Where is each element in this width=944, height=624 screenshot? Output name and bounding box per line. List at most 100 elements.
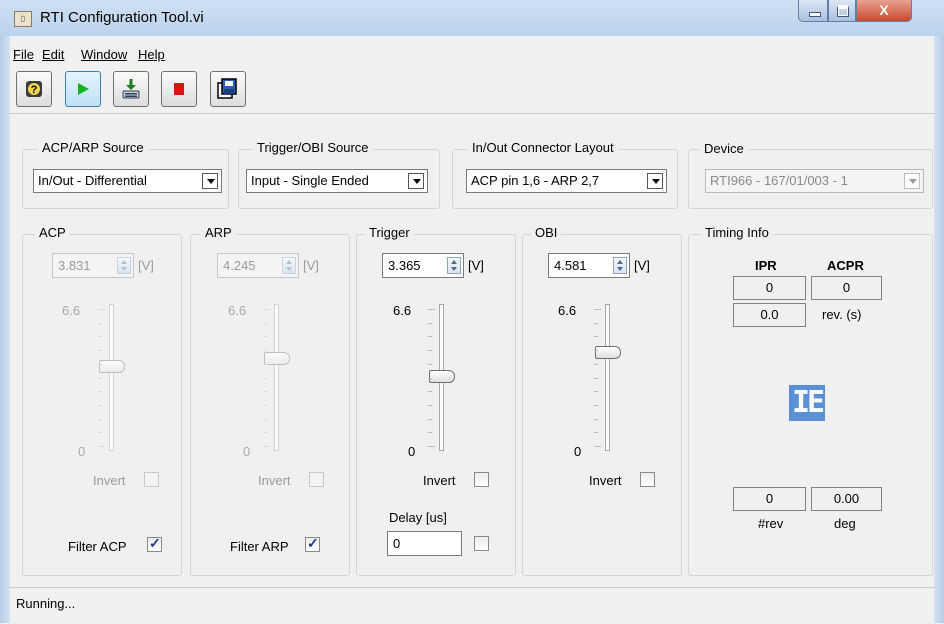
obi-invert-checkbox[interactable]	[640, 472, 655, 487]
obi-value-input[interactable]: 4.581	[548, 253, 630, 278]
acp-filter-checkbox[interactable]	[147, 535, 162, 552]
slider-tick	[594, 363, 598, 365]
obi-label: OBI	[531, 225, 562, 240]
chevron-down-icon[interactable]	[408, 173, 424, 189]
window-frame-left	[0, 36, 10, 623]
spinner-icon[interactable]	[117, 257, 131, 274]
obi-scale-min: 0	[574, 444, 582, 459]
obi-slider-thumb[interactable]	[595, 345, 621, 359]
acp-invert-checkbox[interactable]	[144, 472, 159, 487]
arp-invert-label: Invert	[258, 473, 291, 488]
slider-tick	[98, 322, 102, 324]
acp-arp-source-select[interactable]: In/Out - Differential	[33, 169, 222, 193]
arp-label: ARP	[201, 225, 236, 240]
slider-tick	[263, 363, 267, 365]
arp-slider-track[interactable]	[274, 304, 279, 451]
slider-tick	[594, 350, 598, 352]
trigger-scale-min: 0	[408, 444, 416, 459]
acp-scale-max: 6.6	[62, 303, 81, 318]
trigger-slider-thumb[interactable]	[429, 369, 455, 383]
trigger-invert-checkbox[interactable]	[474, 472, 489, 487]
obi-group	[522, 234, 682, 576]
slider-tick	[594, 377, 598, 379]
acp-group	[22, 234, 182, 576]
acp-slider-track[interactable]	[109, 304, 114, 451]
stop-button[interactable]	[161, 71, 197, 107]
acp-value-input[interactable]: 3.831	[52, 253, 134, 278]
help-button[interactable]: ?	[16, 71, 52, 107]
slider-tick	[263, 446, 270, 447]
menu-window[interactable]: Window	[81, 47, 127, 62]
slider-tick	[98, 309, 105, 310]
slider-tick	[263, 391, 267, 393]
obi-slider-track[interactable]	[605, 304, 610, 451]
maximize-icon	[837, 5, 849, 17]
menu-file[interactable]: File	[13, 47, 34, 62]
slider-tick	[98, 404, 102, 406]
slider-tick	[263, 322, 267, 324]
trigger-value-input[interactable]: 3.365	[382, 253, 464, 278]
slider-tick	[594, 322, 598, 324]
window-title: RTI Configuration Tool.vi	[40, 9, 204, 26]
save-button[interactable]	[210, 71, 246, 107]
acp-label: ACP	[35, 225, 70, 240]
minimize-button[interactable]	[798, 0, 828, 22]
run-button[interactable]	[65, 71, 101, 107]
trigger-delay-checkbox[interactable]	[474, 536, 489, 551]
slider-tick	[98, 350, 102, 352]
acp-scale-min: 0	[78, 444, 86, 459]
slider-tick	[594, 309, 601, 310]
help-icon: ?	[26, 81, 42, 97]
menu-help[interactable]: Help	[138, 47, 165, 62]
slider-tick	[263, 432, 267, 434]
stop-icon	[174, 83, 184, 95]
chevron-down-icon[interactable]	[904, 173, 920, 189]
slider-tick	[594, 446, 601, 447]
acp-arp-source-label: ACP/ARP Source	[38, 140, 148, 155]
status-text: Running...	[16, 596, 76, 611]
chevron-down-icon[interactable]	[647, 173, 663, 189]
arp-slider-thumb[interactable]	[264, 352, 290, 366]
download-button[interactable]	[113, 71, 149, 107]
slider-tick	[263, 377, 267, 379]
acpr-header: ACPR	[827, 258, 864, 273]
rev-count-value: 0	[733, 487, 806, 511]
slider-tick	[98, 418, 102, 420]
chevron-down-icon[interactable]	[202, 173, 218, 189]
device-label: Device	[700, 141, 748, 156]
maximize-button[interactable]	[828, 0, 856, 22]
rev-count-label: #rev	[758, 516, 784, 531]
arp-invert-checkbox[interactable]	[309, 472, 324, 487]
slider-tick	[98, 336, 102, 338]
spinner-icon[interactable]	[613, 257, 627, 274]
arp-filter-checkbox[interactable]	[305, 535, 320, 552]
slider-tick	[594, 391, 598, 393]
trigger-delay-input[interactable]: 0	[387, 531, 462, 556]
slider-tick	[428, 391, 432, 393]
menu-edit[interactable]: Edit	[42, 47, 64, 62]
spinner-icon[interactable]	[282, 257, 296, 274]
connector-layout-select[interactable]: ACP pin 1,6 - ARP 2,7	[466, 169, 667, 193]
close-button[interactable]: X	[856, 0, 912, 22]
acp-filter-label: Filter ACP	[68, 539, 127, 554]
ipr-time-value: 0.0	[733, 303, 806, 327]
slider-tick	[263, 404, 267, 406]
acp-slider-thumb[interactable]	[99, 360, 125, 374]
spinner-icon[interactable]	[447, 257, 461, 274]
trigger-delay-label: Delay [us]	[389, 510, 447, 525]
slider-tick	[428, 363, 432, 365]
slider-tick	[98, 391, 102, 393]
arp-scale-max: 6.6	[228, 303, 247, 318]
trigger-obi-source-select[interactable]: Input - Single Ended	[246, 169, 428, 193]
arp-value-input[interactable]: 4.245	[217, 253, 299, 278]
rev-unit-label: rev. (s)	[822, 307, 862, 322]
slider-tick	[98, 363, 102, 365]
slider-tick	[594, 404, 598, 406]
arp-scale-min: 0	[243, 444, 251, 459]
slider-tick	[428, 336, 432, 338]
slider-tick	[428, 309, 435, 310]
connector-layout-label: In/Out Connector Layout	[468, 140, 618, 155]
obi-scale-max: 6.6	[558, 303, 577, 318]
device-select[interactable]: RTI966 - 167/01/003 - 1	[705, 169, 924, 193]
slider-tick	[263, 309, 270, 310]
